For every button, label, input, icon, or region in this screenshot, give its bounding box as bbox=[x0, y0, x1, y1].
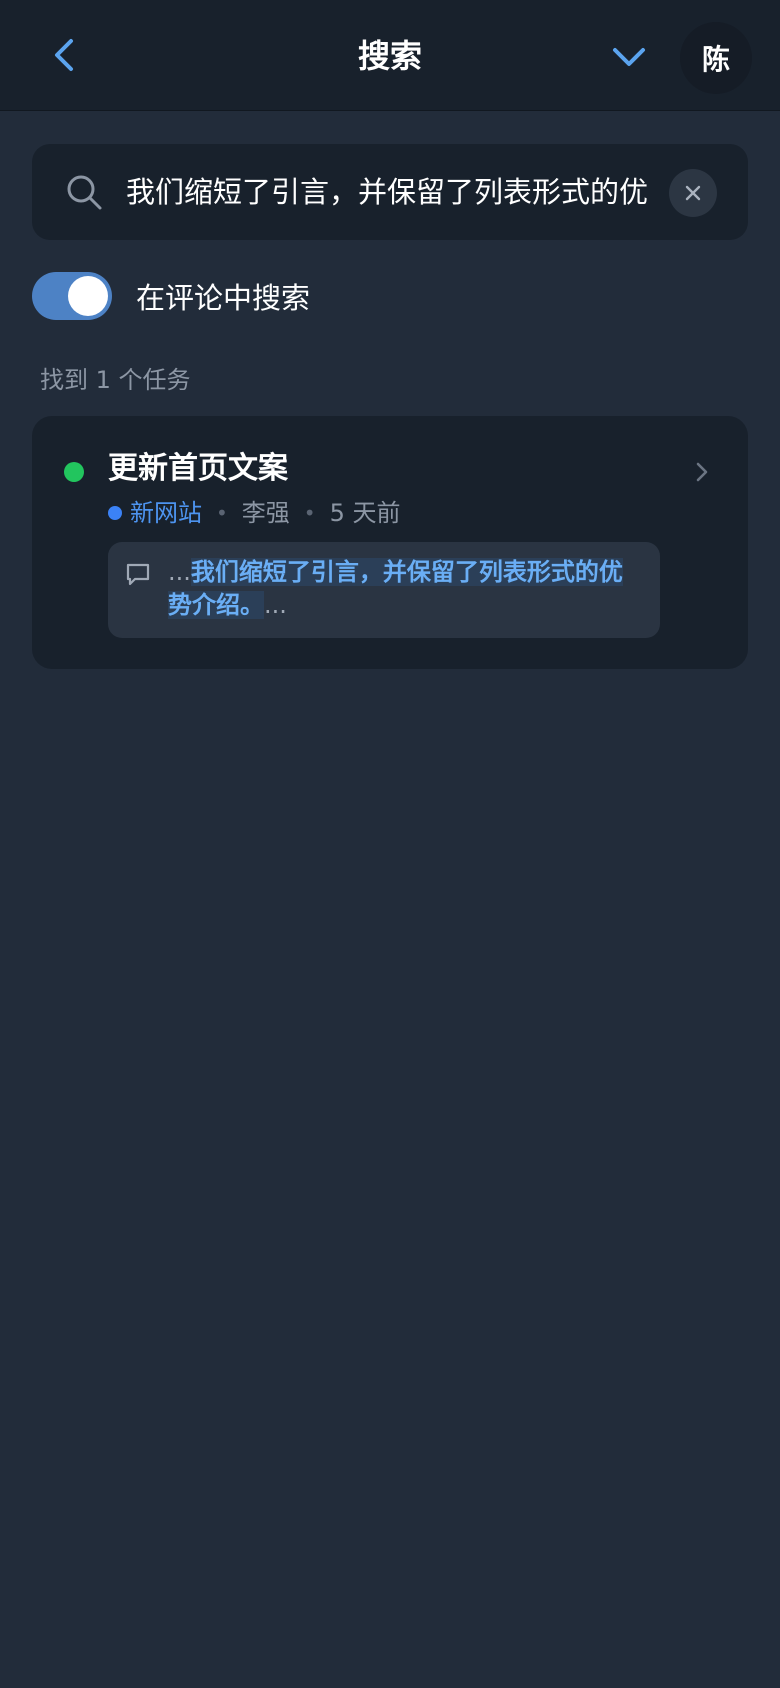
task-title: 更新首页文案 bbox=[108, 451, 288, 486]
dropdown-button[interactable] bbox=[604, 32, 654, 82]
status-dot bbox=[64, 462, 84, 482]
top-bar: 搜索 陈 bbox=[0, 0, 780, 111]
comment-prefix: ... bbox=[168, 558, 191, 586]
meta-separator: • bbox=[303, 501, 316, 525]
page-title: 搜索 bbox=[357, 37, 422, 75]
task-assignee: 李强 bbox=[241, 499, 290, 527]
comment-text: ...我们缩短了引言，并保留了列表形式的优势介绍。... bbox=[168, 556, 646, 622]
comment-icon bbox=[126, 563, 150, 586]
task-card[interactable]: 更新首页文案 新网站 • 李强 • 5 天前 ...我们缩短了引言，并保留了列表… bbox=[32, 416, 748, 669]
task-time: 5 天前 bbox=[329, 499, 401, 527]
search-icon bbox=[67, 175, 102, 210]
meta-separator: • bbox=[216, 501, 228, 525]
result-count: 找到 1 个任务 bbox=[40, 366, 191, 394]
close-icon bbox=[685, 185, 701, 201]
project-dot bbox=[108, 506, 122, 520]
search-comments-toggle[interactable] bbox=[32, 272, 112, 320]
search-input[interactable] bbox=[126, 166, 686, 218]
comment-snippet[interactable]: ...我们缩短了引言，并保留了列表形式的优势介绍。... bbox=[108, 542, 660, 638]
project-name[interactable]: 新网站 bbox=[130, 496, 202, 530]
comment-suffix: ... bbox=[264, 591, 287, 619]
search-comments-row: 在评论中搜索 bbox=[32, 272, 310, 320]
comment-highlight: 我们缩短了引言，并保留了列表形式的优势介绍。 bbox=[168, 558, 623, 619]
clear-search-button[interactable] bbox=[669, 169, 717, 217]
avatar[interactable]: 陈 bbox=[680, 22, 752, 94]
chevron-right-icon bbox=[696, 462, 708, 482]
task-meta: 新网站 • 李强 • 5 天前 bbox=[108, 496, 401, 530]
toggle-label: 在评论中搜索 bbox=[136, 281, 311, 315]
search-box bbox=[32, 144, 748, 240]
toggle-knob bbox=[68, 276, 108, 316]
chevron-down-icon bbox=[613, 48, 645, 66]
